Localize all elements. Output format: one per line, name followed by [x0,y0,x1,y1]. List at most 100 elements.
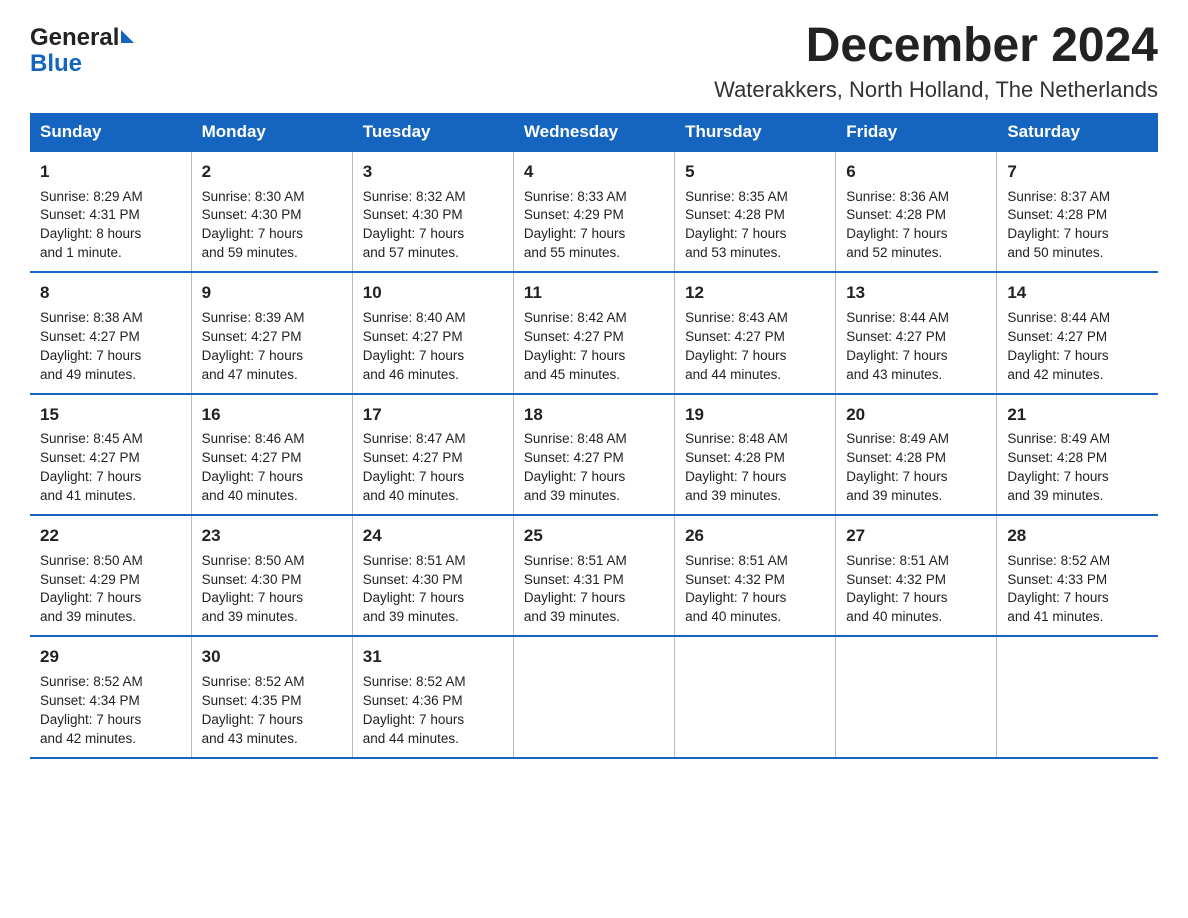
day-number: 4 [524,160,664,184]
calendar-cell: 17 Sunrise: 8:47 AMSunset: 4:27 PMDayligh… [352,394,513,515]
calendar-day-header: Wednesday [513,113,674,151]
logo-blue-text: Blue [30,51,134,77]
calendar-cell: 13 Sunrise: 8:44 AMSunset: 4:27 PMDayligh… [836,272,997,393]
calendar-day-header: Tuesday [352,113,513,151]
calendar-cell: 26 Sunrise: 8:51 AMSunset: 4:32 PMDayligh… [675,515,836,636]
logo-triangle-icon [121,30,134,43]
day-info: Sunrise: 8:48 AMSunset: 4:27 PMDaylight:… [524,430,664,506]
day-number: 29 [40,645,181,669]
day-number: 21 [1007,403,1148,427]
day-number: 1 [40,160,181,184]
day-number: 30 [202,645,342,669]
logo: General Blue [30,25,134,78]
calendar-cell: 25 Sunrise: 8:51 AMSunset: 4:31 PMDayligh… [513,515,674,636]
calendar-cell: 9 Sunrise: 8:39 AMSunset: 4:27 PMDaylight… [191,272,352,393]
day-info: Sunrise: 8:44 AMSunset: 4:27 PMDaylight:… [846,309,986,385]
day-number: 24 [363,524,503,548]
day-number: 3 [363,160,503,184]
calendar-cell: 23Sunrise: 8:50 AMSunset: 4:30 PMDayligh… [191,515,352,636]
day-number: 26 [685,524,825,548]
calendar-cell: 4Sunrise: 8:33 AMSunset: 4:29 PMDaylight… [513,151,674,272]
calendar-cell: 15 Sunrise: 8:45 AMSunset: 4:27 PMDayligh… [30,394,191,515]
calendar-week-row: 1 Sunrise: 8:29 AMSunset: 4:31 PMDaylight… [30,151,1158,272]
calendar-cell: 31 Sunrise: 8:52 AMSunset: 4:36 PMDayligh… [352,636,513,757]
day-info: Sunrise: 8:51 AMSunset: 4:32 PMDaylight:… [846,552,986,628]
day-info: Sunrise: 8:29 AMSunset: 4:31 PMDaylight:… [40,188,181,264]
calendar-cell: 5Sunrise: 8:35 AMSunset: 4:28 PMDaylight… [675,151,836,272]
day-info: Sunrise: 8:49 AMSunset: 4:28 PMDaylight:… [846,430,986,506]
day-number: 12 [685,281,825,305]
day-number: 28 [1007,524,1148,548]
day-info: Sunrise: 8:48 AMSunset: 4:28 PMDaylight:… [685,430,825,506]
calendar-cell: 16 Sunrise: 8:46 AMSunset: 4:27 PMDayligh… [191,394,352,515]
day-number: 20 [846,403,986,427]
calendar-day-header: Thursday [675,113,836,151]
day-info: Sunrise: 8:52 AMSunset: 4:35 PMDaylight:… [202,673,342,749]
day-number: 27 [846,524,986,548]
calendar-cell: 2 Sunrise: 8:30 AMSunset: 4:30 PMDaylight… [191,151,352,272]
calendar-table: SundayMondayTuesdayWednesdayThursdayFrid… [30,113,1158,759]
day-number: 31 [363,645,503,669]
day-number: 7 [1007,160,1148,184]
main-title: December 2024 [714,20,1158,73]
day-number: 18 [524,403,664,427]
day-info: Sunrise: 8:52 AMSunset: 4:36 PMDaylight:… [363,673,503,749]
day-number: 2 [202,160,342,184]
day-info: Sunrise: 8:45 AMSunset: 4:27 PMDaylight:… [40,430,181,506]
calendar-cell [836,636,997,757]
day-info: Sunrise: 8:51 AMSunset: 4:32 PMDaylight:… [685,552,825,628]
day-info: Sunrise: 8:40 AMSunset: 4:27 PMDaylight:… [363,309,503,385]
page-header: General Blue December 2024 Waterakkers, … [30,20,1158,103]
day-number: 14 [1007,281,1148,305]
calendar-cell: 29 Sunrise: 8:52 AMSunset: 4:34 PMDayligh… [30,636,191,757]
calendar-day-header: Saturday [997,113,1158,151]
day-info: Sunrise: 8:42 AMSunset: 4:27 PMDaylight:… [524,309,664,385]
calendar-cell: 6Sunrise: 8:36 AMSunset: 4:28 PMDaylight… [836,151,997,272]
calendar-cell: 7Sunrise: 8:37 AMSunset: 4:28 PMDaylight… [997,151,1158,272]
day-info: Sunrise: 8:39 AMSunset: 4:27 PMDaylight:… [202,309,342,385]
day-number: 11 [524,281,664,305]
day-number: 22 [40,524,181,548]
calendar-cell: 30 Sunrise: 8:52 AMSunset: 4:35 PMDayligh… [191,636,352,757]
day-number: 9 [202,281,342,305]
day-info: Sunrise: 8:52 AMSunset: 4:33 PMDaylight:… [1007,552,1148,628]
calendar-week-row: 8Sunrise: 8:38 AMSunset: 4:27 PMDaylight… [30,272,1158,393]
day-info: Sunrise: 8:49 AMSunset: 4:28 PMDaylight:… [1007,430,1148,506]
day-number: 17 [363,403,503,427]
calendar-cell: 12 Sunrise: 8:43 AMSunset: 4:27 PMDayligh… [675,272,836,393]
calendar-cell: 20 Sunrise: 8:49 AMSunset: 4:28 PMDayligh… [836,394,997,515]
day-info: Sunrise: 8:32 AMSunset: 4:30 PMDaylight:… [363,188,503,264]
calendar-day-header: Sunday [30,113,191,151]
day-info: Sunrise: 8:36 AMSunset: 4:28 PMDaylight:… [846,188,986,264]
calendar-cell: 1 Sunrise: 8:29 AMSunset: 4:31 PMDaylight… [30,151,191,272]
day-number: 13 [846,281,986,305]
calendar-cell [513,636,674,757]
calendar-cell: 28 Sunrise: 8:52 AMSunset: 4:33 PMDayligh… [997,515,1158,636]
day-number: 16 [202,403,342,427]
day-number: 19 [685,403,825,427]
day-info: Sunrise: 8:43 AMSunset: 4:27 PMDaylight:… [685,309,825,385]
day-number: 10 [363,281,503,305]
day-number: 25 [524,524,664,548]
day-number: 15 [40,403,181,427]
day-info: Sunrise: 8:46 AMSunset: 4:27 PMDaylight:… [202,430,342,506]
calendar-header-row: SundayMondayTuesdayWednesdayThursdayFrid… [30,113,1158,151]
calendar-day-header: Friday [836,113,997,151]
day-info: Sunrise: 8:30 AMSunset: 4:30 PMDaylight:… [202,188,342,264]
day-info: Sunrise: 8:51 AMSunset: 4:30 PMDaylight:… [363,552,503,628]
day-info: Sunrise: 8:44 AMSunset: 4:27 PMDaylight:… [1007,309,1148,385]
calendar-week-row: 22Sunrise: 8:50 AMSunset: 4:29 PMDayligh… [30,515,1158,636]
calendar-cell [675,636,836,757]
day-info: Sunrise: 8:38 AMSunset: 4:27 PMDaylight:… [40,309,181,385]
day-number: 5 [685,160,825,184]
calendar-cell: 8Sunrise: 8:38 AMSunset: 4:27 PMDaylight… [30,272,191,393]
title-area: December 2024 Waterakkers, North Holland… [714,20,1158,103]
calendar-cell: 21 Sunrise: 8:49 AMSunset: 4:28 PMDayligh… [997,394,1158,515]
subtitle: Waterakkers, North Holland, The Netherla… [714,77,1158,103]
day-info: Sunrise: 8:52 AMSunset: 4:34 PMDaylight:… [40,673,181,749]
day-info: Sunrise: 8:51 AMSunset: 4:31 PMDaylight:… [524,552,664,628]
calendar-day-header: Monday [191,113,352,151]
calendar-cell: 19 Sunrise: 8:48 AMSunset: 4:28 PMDayligh… [675,394,836,515]
calendar-cell: 27 Sunrise: 8:51 AMSunset: 4:32 PMDayligh… [836,515,997,636]
day-info: Sunrise: 8:47 AMSunset: 4:27 PMDaylight:… [363,430,503,506]
